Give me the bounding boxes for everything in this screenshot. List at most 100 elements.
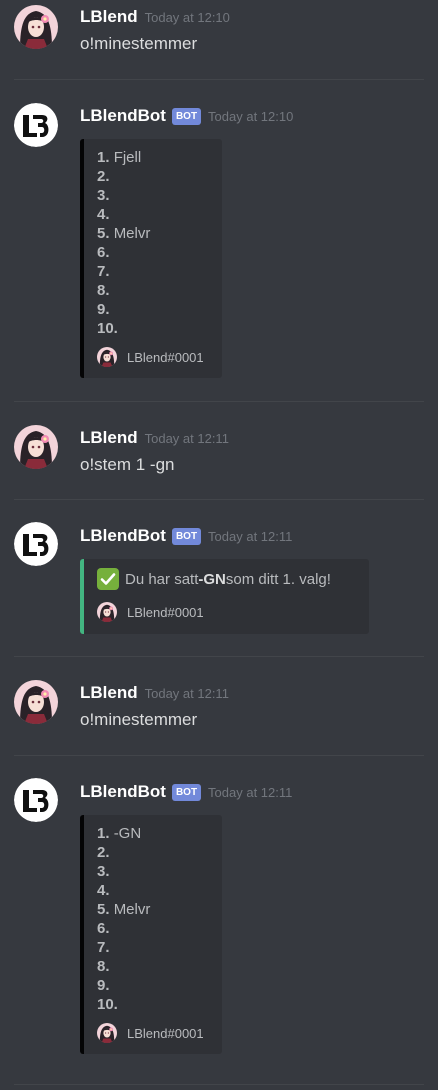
username[interactable]: LBlend [80, 683, 138, 703]
rank-value: Fjell [113, 149, 142, 166]
rank-number: 8. [97, 282, 110, 299]
rank-number: 10. [97, 996, 118, 1013]
rank-number: 3. [97, 863, 110, 880]
confirmation-choice: -GN [198, 570, 226, 588]
confirmation-embed: Du har satt -GN som ditt 1. valg! LBlend… [80, 559, 369, 634]
vote-list: 1. -GN 2. 3. 4. 5. Melvr 6. 7. 8. 9. 10. [97, 824, 150, 1014]
rank-number: 7. [97, 263, 110, 280]
rank-number: 3. [97, 187, 110, 204]
rank-number: 5. [97, 225, 110, 242]
list-item: 2. [97, 843, 150, 862]
timestamp: Today at 12:11 [144, 430, 229, 446]
list-item: 3. [97, 862, 150, 881]
anime-girl-avatar-icon [14, 680, 58, 724]
footer-text: LBlend#0001 [127, 349, 204, 365]
list-item: 6. [97, 919, 150, 938]
embed-footer: LBlend#0001 [97, 1023, 204, 1043]
list-item: 9. [97, 300, 150, 319]
rank-number: 1. [97, 149, 110, 166]
bot-tag: BOT [171, 783, 202, 801]
list-item: 9. [97, 976, 150, 995]
footer-text: LBlend#0001 [127, 1025, 204, 1041]
message-content: o!minestemmer [80, 34, 198, 53]
rank-value: -GN [113, 825, 142, 842]
rank-number: 4. [97, 882, 110, 899]
list-item: 8. [97, 957, 150, 976]
vote-list-embed: 1. -GN 2. 3. 4. 5. Melvr 6. 7. 8. 9. 10.… [80, 815, 222, 1054]
vote-list: 1. Fjell 2. 3. 4. 5. Melvr 6. 7. 8. 9. 1… [97, 148, 150, 338]
footer-avatar [97, 347, 117, 367]
message-content: o!minestemmer [80, 710, 198, 729]
rank-number: 9. [97, 301, 110, 318]
bot-avatar[interactable] [14, 103, 58, 147]
rank-number: 8. [97, 958, 110, 975]
anime-girl-avatar-icon [97, 602, 117, 622]
footer-text: LBlend#0001 [127, 604, 204, 620]
bot-tag: BOT [171, 527, 202, 545]
bot-avatar[interactable] [14, 778, 58, 822]
username[interactable]: LBlend [80, 7, 138, 27]
rank-number: 9. [97, 977, 110, 994]
user-avatar[interactable] [14, 680, 58, 724]
list-item: 7. [97, 262, 150, 281]
rank-value: Melvr [113, 225, 151, 242]
anime-girl-avatar-icon [97, 1023, 117, 1043]
bot-avatar[interactable] [14, 522, 58, 566]
anime-girl-avatar-icon [14, 425, 58, 469]
user-avatar[interactable] [14, 425, 58, 469]
list-item: 3. [97, 186, 150, 205]
timestamp: Today at 12:10 [144, 9, 230, 25]
username[interactable]: LBlendBot [80, 106, 166, 126]
username[interactable]: LBlendBot [80, 782, 166, 802]
lb-logo-icon [14, 522, 58, 566]
list-item: 5. Melvr [97, 224, 150, 243]
timestamp: Today at 12:11 [208, 784, 293, 800]
anime-girl-avatar-icon [14, 5, 58, 49]
list-item: 1. Fjell [97, 148, 150, 167]
message-header: LBlend Today at 12:11 [80, 427, 229, 449]
rank-number: 1. [97, 825, 110, 842]
rank-number: 5. [97, 901, 110, 918]
confirmation-text: Du har satt -GN som ditt 1. valg! [97, 568, 331, 590]
timestamp: Today at 12:11 [208, 528, 293, 544]
list-item: 7. [97, 938, 150, 957]
confirmation-prefix: Du har satt [125, 570, 199, 588]
username[interactable]: LBlend [80, 428, 138, 448]
message-divider [14, 401, 424, 402]
rank-number: 6. [97, 920, 110, 937]
rank-number: 2. [97, 168, 110, 185]
rank-value: Melvr [113, 901, 151, 918]
rank-number: 4. [97, 206, 110, 223]
timestamp: Today at 12:11 [144, 685, 229, 701]
bot-tag: BOT [171, 107, 202, 125]
list-item: 8. [97, 281, 150, 300]
rank-number: 7. [97, 939, 110, 956]
message-divider [14, 79, 424, 80]
timestamp: Today at 12:10 [208, 108, 294, 124]
white-check-mark-icon [97, 568, 119, 590]
list-item: 6. [97, 243, 150, 262]
embed-footer: LBlend#0001 [97, 602, 204, 622]
message-divider [14, 656, 424, 657]
message-divider [14, 755, 424, 756]
list-item: 2. [97, 167, 150, 186]
username[interactable]: LBlendBot [80, 526, 166, 546]
message-header: LBlend Today at 12:11 [80, 682, 229, 704]
message-header: LBlend Today at 12:10 [80, 6, 230, 28]
rank-number: 6. [97, 244, 110, 261]
list-item: 5. Melvr [97, 900, 150, 919]
footer-avatar [97, 1023, 117, 1043]
list-item: 10. [97, 995, 150, 1014]
message-divider [14, 499, 424, 500]
vote-list-embed: 1. Fjell 2. 3. 4. 5. Melvr 6. 7. 8. 9. 1… [80, 139, 222, 378]
list-item: 4. [97, 205, 150, 224]
message-header: LBlendBot BOT Today at 12:11 [80, 781, 292, 803]
user-avatar[interactable] [14, 5, 58, 49]
message-header: LBlendBot BOT Today at 12:11 [80, 525, 292, 547]
confirmation-suffix: som ditt 1. valg! [225, 570, 331, 588]
message-divider [14, 1084, 424, 1085]
embed-footer: LBlend#0001 [97, 347, 204, 367]
message-content: o!stem 1 -gn [80, 455, 175, 474]
rank-number: 10. [97, 320, 118, 337]
footer-avatar [97, 602, 117, 622]
